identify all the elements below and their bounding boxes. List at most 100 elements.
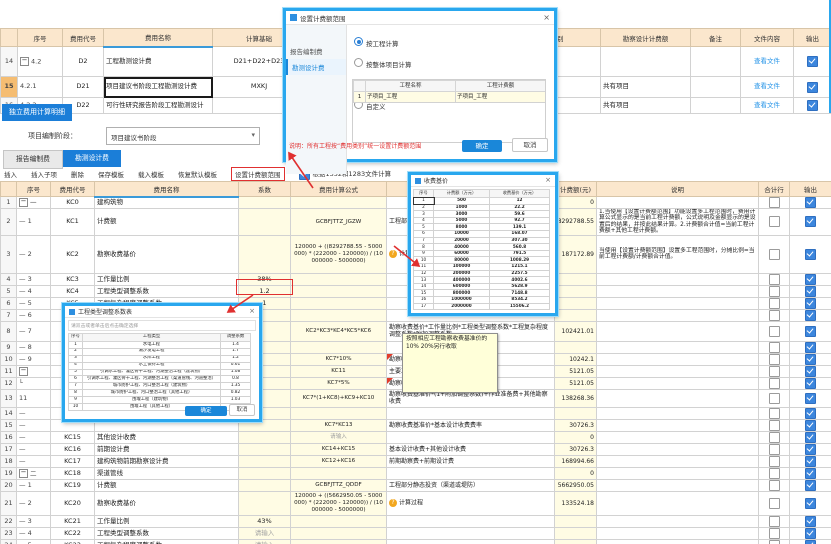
coefficient-cell[interactable]: 请输入	[239, 527, 291, 539]
price-row[interactable]: 2100022.2	[414, 204, 550, 211]
formula-cell[interactable]	[291, 309, 387, 321]
fee-name[interactable]: 计费额	[95, 209, 239, 236]
formula-cell[interactable]: KC2*KC3*KC4*KC5*KC6	[291, 321, 387, 341]
fee-name[interactable]: 建构筑物	[95, 197, 239, 209]
project-type-row[interactable]: 5引调水工程、灌区骨干工程、河湖整治工程（建筑物）1.08	[69, 369, 251, 376]
checked-checkbox[interactable]	[805, 480, 816, 491]
checked-checkbox[interactable]	[805, 298, 816, 309]
formula-cell[interactable]: KC7*KC13	[291, 419, 387, 431]
checked-checkbox[interactable]	[805, 420, 816, 431]
project-type-cancel-button[interactable]: 取消	[229, 404, 255, 416]
view-file-link[interactable]: 查看文件	[754, 101, 780, 109]
fee-name[interactable]: 工作量比例	[95, 515, 239, 527]
toolbar-item-2[interactable]: 删除	[71, 169, 84, 179]
price-row[interactable]: 134000004002.6	[414, 277, 550, 284]
checked-checkbox[interactable]	[805, 378, 816, 389]
coefficient-cell[interactable]	[239, 197, 291, 209]
formula-cell[interactable]	[291, 467, 387, 479]
table-row[interactable]: 22— 3KC21工作量比例43%	[1, 515, 831, 527]
formula-cell[interactable]	[291, 407, 387, 419]
formula-cell[interactable]	[291, 285, 387, 297]
set-fee-scope-button[interactable]: 设置计费额范围	[231, 167, 285, 181]
unchecked-checkbox[interactable]	[769, 468, 780, 479]
price-row[interactable]: 158000007148.8	[414, 290, 550, 297]
formula-cell[interactable]	[291, 197, 387, 209]
tab-survey-design-fee[interactable]: 勘测设计费	[63, 150, 121, 167]
unchecked-checkbox[interactable]	[769, 326, 780, 337]
formula-cell[interactable]: KC7*10%	[291, 353, 387, 365]
formula-cell[interactable]	[291, 341, 387, 353]
toolbar-item-3[interactable]: 保存模板	[98, 169, 124, 179]
formula-cell[interactable]: KC7*5%	[291, 377, 387, 389]
coefficient-cell[interactable]	[239, 209, 291, 236]
scope-nav-item-0[interactable]: 报告编制费	[286, 43, 346, 59]
coefficient-cell[interactable]	[239, 443, 291, 455]
coefficient-cell[interactable]	[239, 431, 291, 443]
checked-checkbox[interactable]	[805, 366, 816, 377]
project-type-row[interactable]: 6引调水工程、灌区骨干工程、河湖整治工程（渠道管线、河道整治）0.8	[69, 376, 251, 383]
unchecked-checkbox[interactable]	[769, 286, 780, 297]
checked-checkbox[interactable]	[807, 82, 818, 93]
price-row[interactable]: 150012	[414, 198, 550, 205]
question-icon[interactable]: ?	[389, 499, 397, 507]
formula-cell[interactable]: KC7*(1+KC8)+KC9+KC10	[291, 389, 387, 407]
close-icon[interactable]: ×	[249, 308, 255, 315]
fee-name[interactable]: 其他设计收费	[95, 431, 239, 443]
formula-cell[interactable]	[291, 297, 387, 309]
scope-ok-button[interactable]: 确定	[462, 140, 502, 152]
checked-checkbox[interactable]	[805, 528, 816, 539]
coefficient-cell[interactable]	[239, 479, 291, 491]
unchecked-checkbox[interactable]	[769, 393, 780, 404]
project-type-row[interactable]: 1水电工程1.4	[69, 342, 251, 349]
price-row[interactable]: 17200000015506.2	[414, 303, 550, 310]
price-row[interactable]: 3300059.6	[414, 211, 550, 218]
unchecked-checkbox[interactable]	[769, 528, 780, 539]
price-row[interactable]: 10800001008.29	[414, 257, 550, 264]
checked-checkbox[interactable]	[805, 432, 816, 443]
project-type-row[interactable]: 4水土保持工程0.61	[69, 362, 251, 369]
project-type-row[interactable]: 7城市防护工程、河口整治工程（建筑物）1.35	[69, 383, 251, 390]
checked-checkbox[interactable]	[805, 274, 816, 285]
unchecked-checkbox[interactable]	[769, 342, 780, 353]
checked-checkbox[interactable]	[807, 56, 818, 67]
project-type-row[interactable]: 8城市防护工程、河口整治工程（其他工程）0.82	[69, 390, 251, 397]
table-row[interactable]: 16—KC15其他设计收费请输入0	[1, 431, 831, 443]
checked-checkbox[interactable]	[805, 516, 816, 527]
toolbar-item-1[interactable]: 插入子项	[31, 169, 57, 179]
coefficient-cell[interactable]	[239, 467, 291, 479]
unchecked-checkbox[interactable]	[769, 498, 780, 509]
collapse-icon[interactable]: −	[19, 367, 28, 376]
unchecked-checkbox[interactable]	[769, 444, 780, 455]
table-row[interactable]: 21— 2KC20勘察收费基价120000 + ((5662950.05 - 5…	[1, 491, 831, 515]
formula-cell[interactable]	[291, 515, 387, 527]
independent-fee-section-tab[interactable]: 独立费用计算明细	[2, 104, 72, 121]
price-row[interactable]: 840000560.8	[414, 244, 550, 251]
unchecked-checkbox[interactable]	[769, 456, 780, 467]
unchecked-checkbox[interactable]	[769, 540, 780, 544]
formula-cell[interactable]: 120000 + ((5662950.05 - 5000000) * (2220…	[291, 491, 387, 515]
checked-checkbox[interactable]	[805, 286, 816, 297]
unchecked-checkbox[interactable]	[769, 516, 780, 527]
project-type-row[interactable]: 9围堰工程（建筑物）1.03	[69, 397, 251, 404]
question-icon[interactable]: ?	[389, 250, 397, 258]
unchecked-checkbox[interactable]	[769, 249, 780, 260]
coefficient-cell[interactable]	[239, 491, 291, 515]
fee-name[interactable]: 工程勘测设计费	[104, 47, 213, 77]
fee-name[interactable]: 项目建议书阶段工程勘测设计费	[104, 77, 213, 98]
unchecked-checkbox[interactable]	[769, 366, 780, 377]
formula-cell[interactable]: GCBFJTTZ_JGZW	[291, 209, 387, 236]
checked-checkbox[interactable]	[807, 100, 818, 111]
fee-name[interactable]: 工程类型调整系数	[95, 527, 239, 539]
coefficient-cell[interactable]: 43%	[239, 515, 291, 527]
price-row[interactable]: 720000307.30	[414, 237, 550, 244]
checked-checkbox[interactable]	[805, 216, 816, 227]
checked-checkbox[interactable]	[805, 310, 816, 321]
table-row[interactable]: 23— 4KC22工程类型调整系数请输入	[1, 527, 831, 539]
formula-cell[interactable]: KC14+KC15	[291, 443, 387, 455]
unchecked-checkbox[interactable]	[769, 274, 780, 285]
scope-project-row[interactable]: 1子项目_工程子项目_工程	[354, 92, 546, 103]
fee-name[interactable]: 计费额	[95, 479, 239, 491]
coefficient-cell[interactable]	[239, 235, 291, 273]
unchecked-checkbox[interactable]	[769, 480, 780, 491]
fee-name[interactable]: 工作量比例	[95, 273, 239, 285]
